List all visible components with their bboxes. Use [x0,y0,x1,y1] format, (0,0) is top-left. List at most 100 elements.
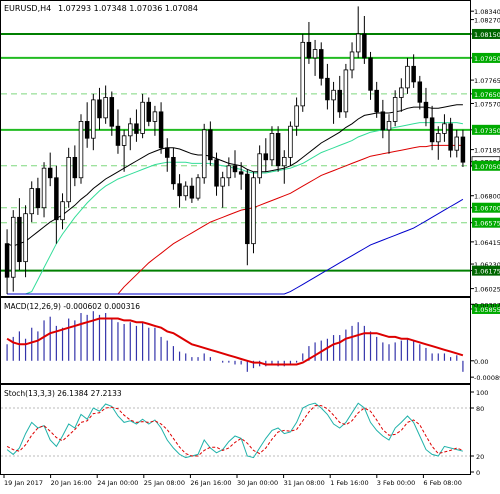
price-tick-label: 1.07350 [474,127,500,135]
bullish-candle [331,89,336,101]
bearish-candle [263,153,269,161]
price-tick-label: 1.08150 [474,31,500,39]
bullish-candle [152,111,158,122]
bearish-candle [177,183,182,197]
bullish-candle [226,165,232,179]
macd-tick-label: 0.00 [474,358,488,366]
bearish-candle [171,156,176,185]
bullish-candle [349,51,355,71]
bullish-candle [392,97,398,122]
bearish-candle [318,49,324,79]
bullish-candle [405,65,410,89]
bullish-candle [251,177,256,245]
bearish-candle [17,216,22,263]
bullish-candle [23,213,28,263]
price-tick-label: 1.07050 [474,163,500,171]
time-tick-label: 3 Feb 00:00 [377,479,416,487]
time-tick-label: 24 Jan 00:00 [97,479,138,487]
symbol-label: EURUSD,H4 [4,4,51,13]
bearish-candle [208,129,213,161]
price-tick-label: 1.07570 [474,100,500,108]
bearish-candle [72,156,78,179]
stoch-label: Stoch(13,3,3) 26.1384 27.2133 [4,389,122,398]
bearish-candle [232,165,238,173]
time-axis: 19 Jan 2017 20 Jan 16:00 24 Jan 00:00 25 Ja… [3,474,462,487]
bearish-candle [189,185,195,199]
bullish-candle [355,33,361,53]
time-tick-label: 26 Jan 16:00 [190,479,231,487]
stoch-panel: Stoch(13,3,3) 26.1384 27.2133 [0,384,471,475]
stoch-tick-label: 0 [476,469,480,477]
bullish-candle [300,41,306,107]
bullish-candle [201,129,207,179]
time-tick-label: 30 Jan 00:00 [237,479,278,487]
bullish-candle [183,185,188,197]
bearish-candle [214,159,219,187]
chart-canvas: EURUSD,H4 1.07293 1.07348 1.07036 1.0708… [0,0,500,487]
bearish-candle [325,77,330,101]
bullish-candle [60,201,65,221]
bearish-candle [4,243,10,278]
bearish-candle [368,57,373,91]
time-tick-label: 25 Jan 08:00 [144,479,185,487]
bullish-candle [343,69,349,113]
price-tick-label: 1.07950 [474,55,500,63]
bullish-candle [294,105,299,127]
stoch-tick-label: 100 [476,389,488,397]
bearish-candle [115,125,121,146]
macd-tick-label: -0.000891 [474,374,500,382]
price-tick-label: 1.07185 [474,147,500,155]
bullish-candle [220,177,225,187]
stoch-axis: 100 80 20 0 [470,389,488,477]
bearish-candle [460,136,466,163]
bearish-candle [337,89,342,113]
price-tick-label: 1.07650 [474,91,500,99]
bullish-candle [288,125,293,158]
price-tick-label: 1.08270 [474,17,500,25]
bullish-candle [121,135,127,146]
bearish-candle [97,99,102,119]
stoch-panel-frame [0,384,471,475]
bullish-candle [442,123,447,134]
time-tick-label: 6 Feb 08:00 [423,479,462,487]
bearish-candle [306,41,312,59]
bearish-candle [245,173,250,245]
bearish-candle [158,111,164,149]
bearish-candle [411,65,416,83]
bearish-candle [275,133,281,167]
price-tick-label: 1.07765 [474,77,500,85]
bullish-candle [140,101,145,134]
bullish-candle [386,121,392,131]
bearish-candle [109,97,115,127]
price-axis: 1.083401.08270 1.08150 1.07950 1.07765 1.076… [470,8,500,314]
bullish-candle [91,99,96,139]
time-tick-label: 1 Feb 16:00 [330,479,369,487]
bullish-candle [78,121,84,179]
bearish-candle [47,167,53,179]
bullish-candle [66,156,71,203]
bullish-candle [436,133,441,143]
macd-label: MACD(12,26,9) -0.000602 0.000316 [4,302,140,311]
bearish-candle [429,117,435,143]
bullish-candle [312,49,318,59]
bearish-candle [146,101,152,122]
bearish-candle [35,188,41,209]
bearish-candle [417,81,423,103]
time-tick-label: 19 Jan 2017 [4,479,43,487]
bullish-candle [454,136,460,151]
bearish-candle [84,121,90,139]
bullish-candle [128,123,133,137]
ohlc-label: 1.07293 1.07348 1.07036 1.07084 [58,4,198,13]
bullish-candle [399,87,404,98]
macd-tick-label: 0.003076 [474,301,500,309]
price-tick-label: 1.06575 [474,220,500,228]
bullish-candle [41,167,47,209]
price-tick-label: 1.06415 [474,239,500,247]
bearish-candle [164,147,170,158]
chart-window: EURUSD,H4 1.07293 1.07348 1.07036 1.0708… [0,0,500,490]
price-tick-label: 1.06800 [474,193,500,201]
price-tick-label: 1.08340 [474,8,500,16]
price-tick-label: 1.06175 [474,268,500,276]
bearish-candle [423,101,429,119]
stoch-tick-label: 80 [476,405,484,413]
